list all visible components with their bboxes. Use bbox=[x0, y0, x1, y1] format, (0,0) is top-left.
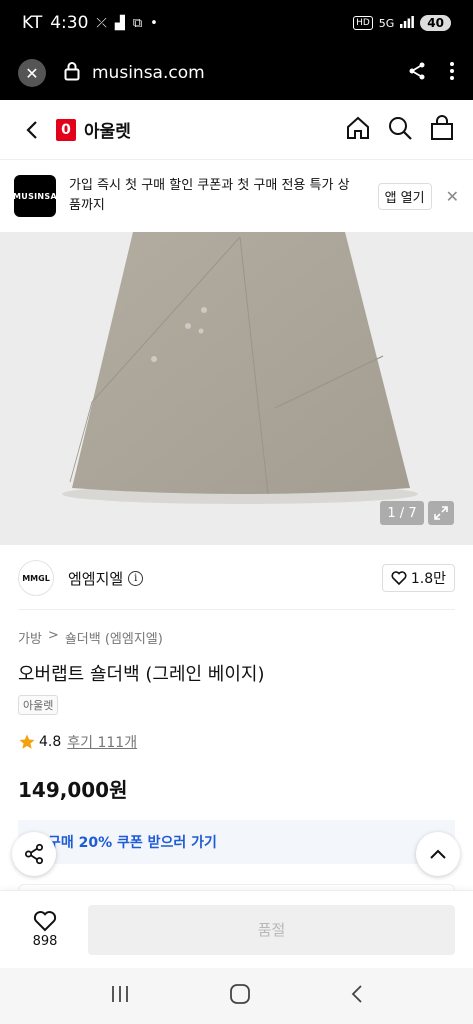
breadcrumb-subcategory[interactable]: 숄더백 (엠엠지엘) bbox=[65, 628, 163, 647]
brand-like-count: 1.8만 bbox=[410, 571, 446, 587]
product-like-button[interactable]: 898 bbox=[18, 910, 72, 949]
browser-bar: ✕ musinsa.com bbox=[0, 46, 473, 100]
expand-icon[interactable] bbox=[428, 501, 454, 525]
rating-value: 4.8 bbox=[39, 734, 62, 750]
url-text[interactable]: musinsa.com bbox=[92, 63, 205, 83]
lock-icon bbox=[64, 61, 80, 85]
battery-indicator: 40 bbox=[420, 15, 451, 31]
signal-small-icon: ▟ bbox=[114, 15, 125, 31]
bottom-action-bar: 898 품절 bbox=[0, 890, 473, 968]
breadcrumb-separator: > bbox=[47, 628, 59, 643]
back-nav-icon[interactable] bbox=[350, 984, 364, 1008]
image-counter: 1 / 7 bbox=[380, 501, 424, 525]
brand-row: MMGL 엠엠지엘 i 1.8만 bbox=[18, 556, 455, 600]
share-button[interactable] bbox=[12, 832, 56, 876]
brand-logo[interactable]: MMGL bbox=[18, 560, 54, 596]
brand-name[interactable]: 엠엠지엘 bbox=[68, 568, 123, 589]
promo-text: 가입 즉시 첫 구매 할인 쿠폰과 첫 구매 전용 특가 상품까지 bbox=[69, 178, 350, 213]
clock: 4:30 bbox=[50, 13, 89, 33]
close-tab-button[interactable]: ✕ bbox=[18, 59, 46, 87]
info-icon[interactable]: i bbox=[128, 570, 144, 586]
like-count: 898 bbox=[32, 934, 58, 949]
shopping-bag-icon[interactable] bbox=[429, 114, 455, 145]
search-icon[interactable] bbox=[387, 115, 413, 145]
product-title: 오버랩트 숄더백 (그레인 베이지) bbox=[18, 664, 265, 685]
hd-indicator: HD bbox=[353, 16, 373, 30]
divider bbox=[18, 609, 455, 610]
reviews-link[interactable]: 후기 111개 bbox=[67, 732, 137, 752]
share-icon[interactable] bbox=[407, 61, 427, 85]
app-header: 0 아울렛 bbox=[0, 100, 473, 160]
heart-icon bbox=[33, 911, 57, 932]
breadcrumb: 가방 > 숄더백 (엠엠지엘) bbox=[18, 628, 163, 647]
coupon-text: 구매 20% 쿠폰 받으러 가기 bbox=[48, 835, 217, 851]
heart-icon bbox=[391, 571, 407, 585]
signal-icon bbox=[400, 15, 415, 31]
musinsa-logo: MUSINSA bbox=[13, 175, 57, 217]
bag-image bbox=[0, 232, 473, 545]
recent-apps-icon[interactable] bbox=[110, 985, 130, 1007]
soldout-button[interactable]: 품절 bbox=[88, 904, 455, 955]
back-button[interactable] bbox=[18, 116, 46, 144]
app-promo-banner[interactable]: MUSINSA 가입 즉시 첫 구매 할인 쿠폰과 첫 구매 전용 특가 상품까… bbox=[0, 160, 473, 232]
coupon-banner[interactable]: 구매 20% 쿠폰 받으러 가기 bbox=[18, 820, 455, 864]
scroll-top-button[interactable] bbox=[416, 832, 460, 876]
page-title: 아울렛 bbox=[84, 122, 131, 142]
product-image[interactable]: 1 / 7 bbox=[0, 232, 473, 545]
system-nav-bar bbox=[0, 968, 473, 1024]
chevron-up-icon bbox=[430, 849, 446, 859]
dot-icon: • bbox=[150, 15, 158, 31]
outlet-badge: 0 bbox=[56, 118, 76, 141]
share-icon bbox=[24, 843, 44, 865]
rating-row: 4.8 후기 111개 bbox=[18, 732, 137, 752]
home-icon[interactable] bbox=[345, 115, 371, 145]
home-nav-icon[interactable] bbox=[229, 983, 251, 1009]
network-indicator: 5G bbox=[378, 16, 395, 30]
more-options-icon[interactable] bbox=[449, 61, 455, 85]
outlet-tag: 아울렛 bbox=[18, 695, 59, 715]
brand-like-button[interactable]: 1.8만 bbox=[381, 564, 455, 592]
missed-call-icon: ⤫ bbox=[96, 15, 107, 31]
carrier: KT bbox=[22, 13, 43, 33]
status-bar: KT 4:30 ⤫ ▟ ⧉ • HD 5G 40 bbox=[0, 0, 473, 46]
breadcrumb-category[interactable]: 가방 bbox=[18, 628, 42, 647]
open-app-button[interactable]: 앱 열기 bbox=[377, 182, 432, 210]
screenshot-icon: ⧉ bbox=[132, 15, 143, 31]
price: 149,000원 bbox=[18, 778, 128, 802]
chevron-left-icon bbox=[26, 120, 37, 139]
close-icon[interactable]: ✕ bbox=[446, 187, 459, 206]
star-icon bbox=[19, 734, 35, 749]
